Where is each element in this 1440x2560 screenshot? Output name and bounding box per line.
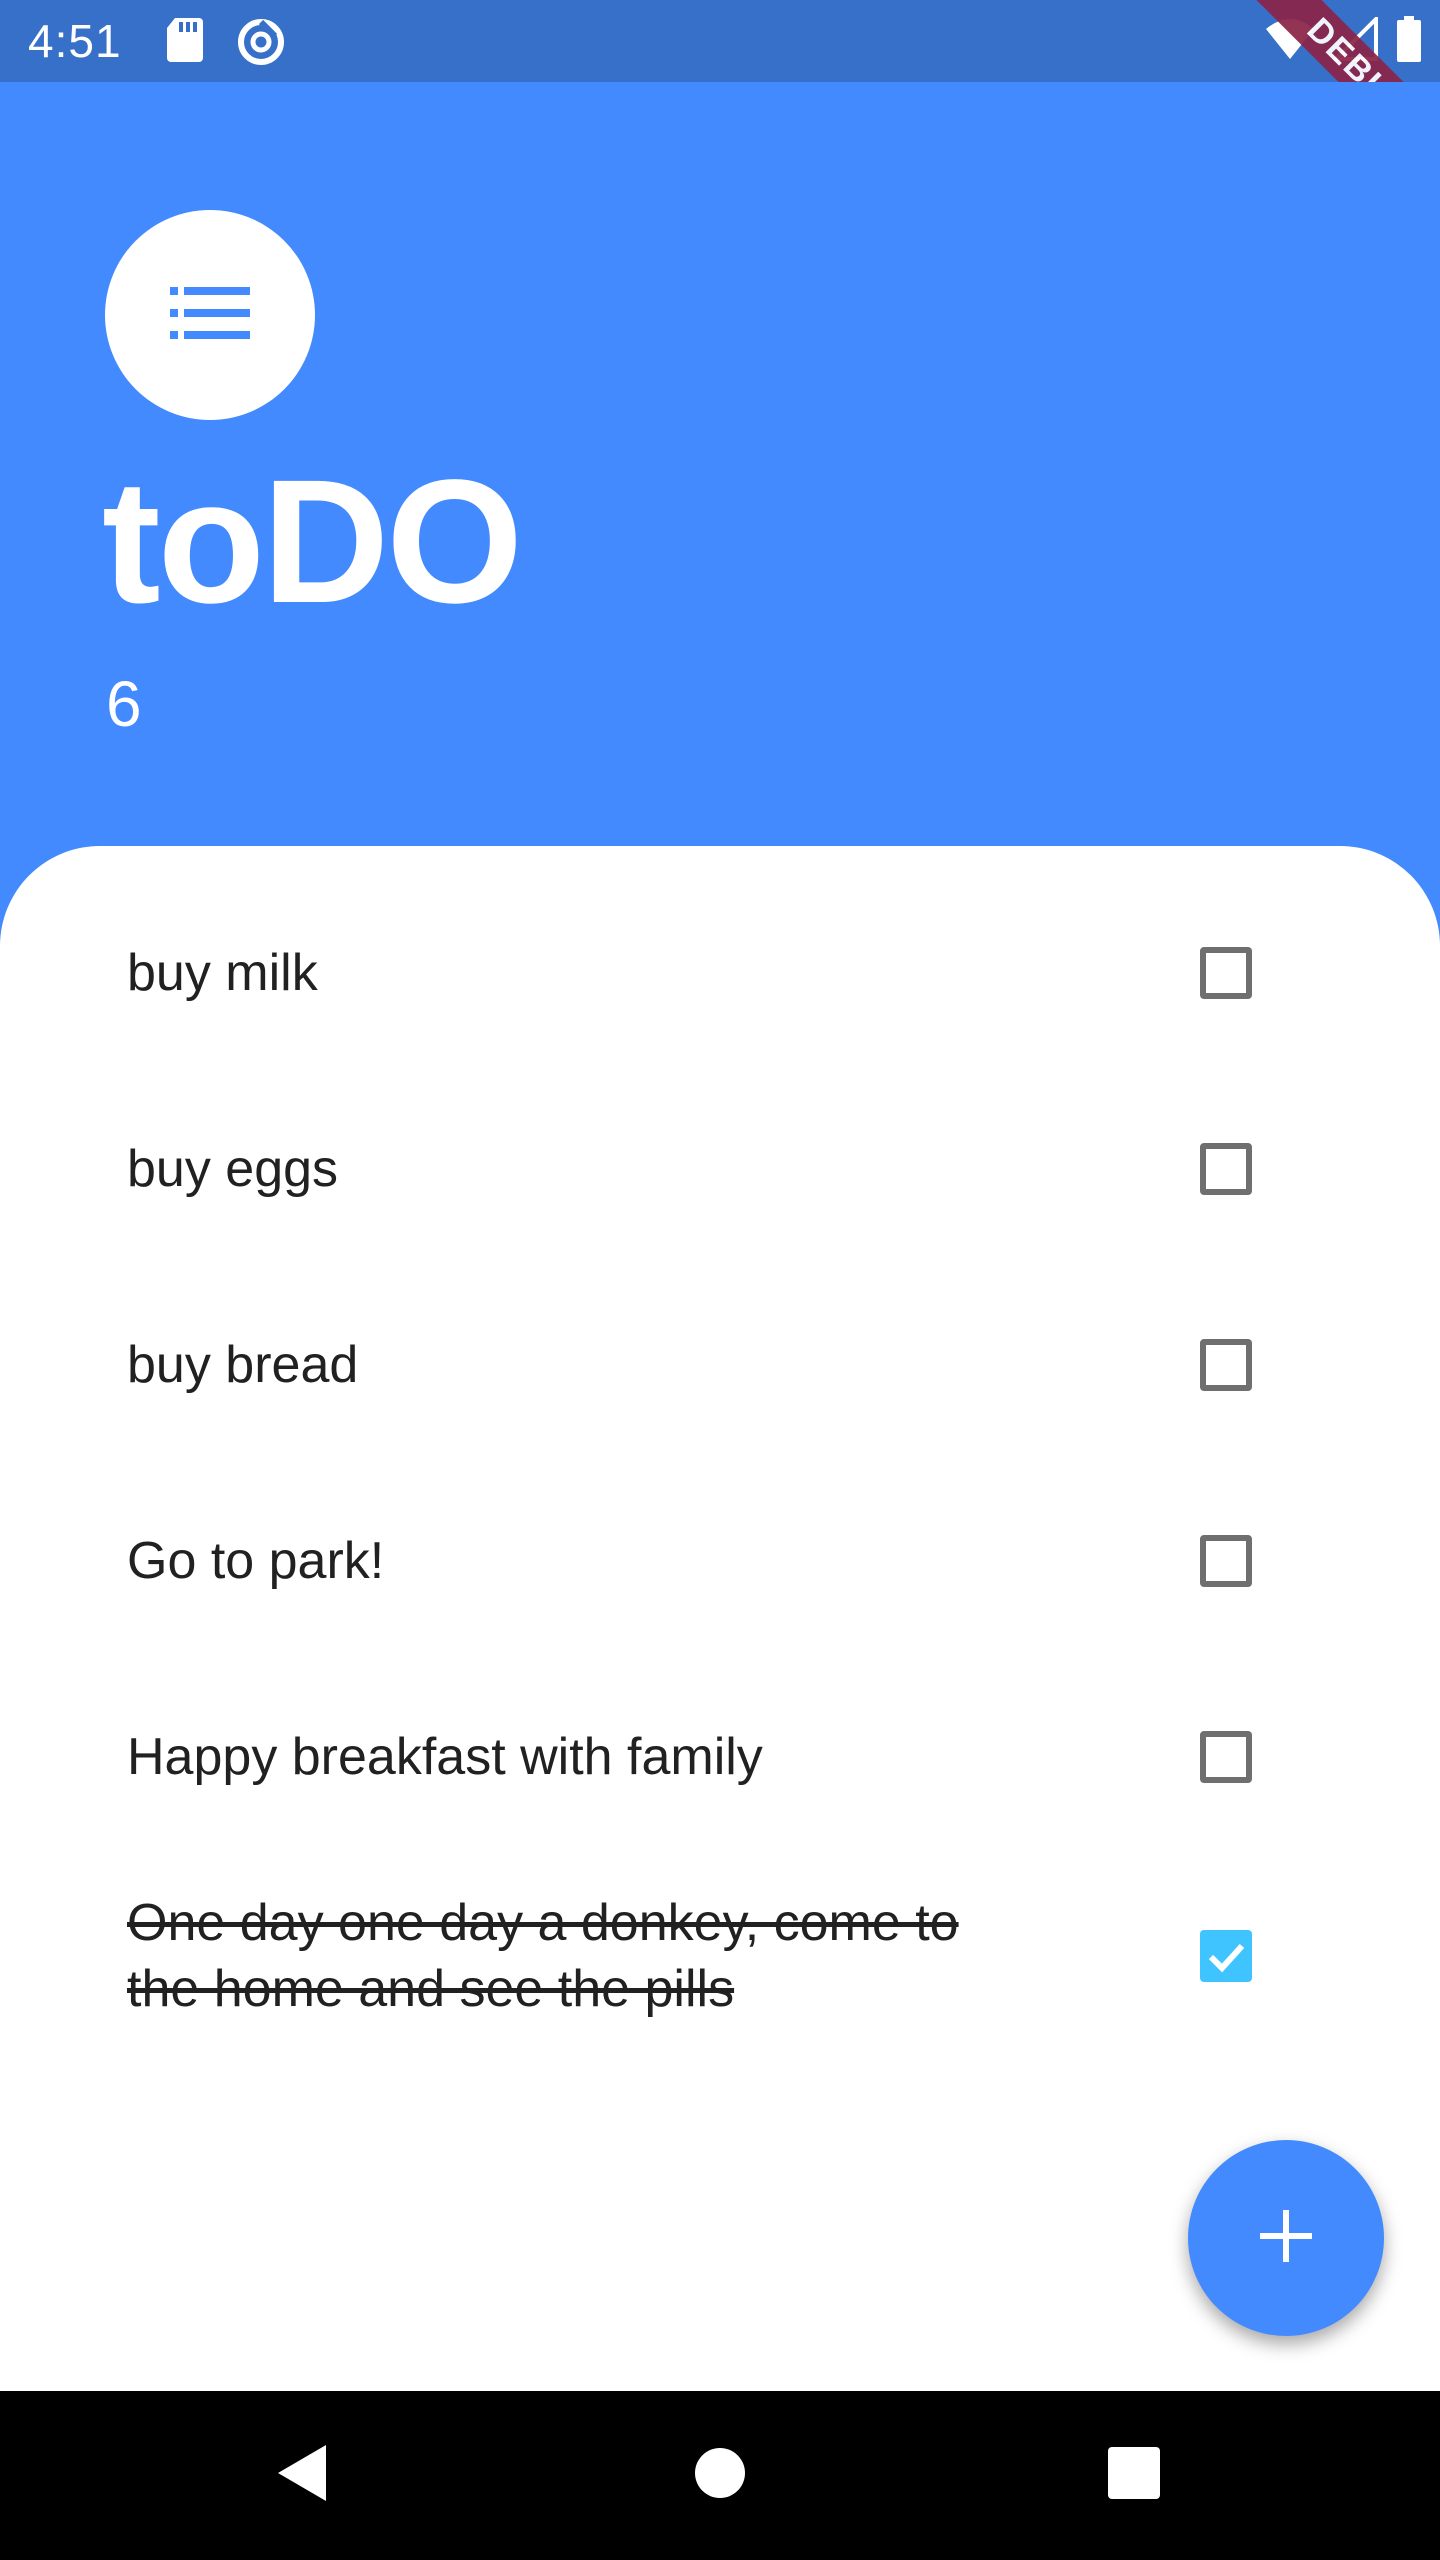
battery-icon [1396, 16, 1422, 67]
nav-recents-button[interactable] [1098, 2439, 1170, 2511]
todo-checkbox[interactable] [1200, 1731, 1252, 1783]
sd-card-icon [165, 16, 205, 73]
todo-text: One day one day a donkey, come to the ho… [127, 1894, 959, 2018]
todo-text: buy milk [127, 944, 318, 1002]
status-time: 4:51 [28, 15, 122, 67]
nav-back-button[interactable] [266, 2439, 338, 2511]
todo-list: buy milk buy eggs buy bread Go to park! … [0, 846, 1440, 2391]
todo-checkbox[interactable] [1200, 1339, 1252, 1391]
todo-count: 6 [106, 668, 142, 740]
recents-icon [1108, 2446, 1160, 2504]
app-logo [105, 210, 315, 420]
status-icons-left [165, 16, 287, 73]
checkmark-icon [1200, 1943, 1252, 1986]
todo-item[interactable]: buy bread [0, 1332, 1440, 1528]
back-icon [274, 2443, 330, 2508]
nav-home-button[interactable] [684, 2439, 756, 2511]
app-title: toDO [102, 444, 523, 640]
home-icon [694, 2447, 746, 2504]
todo-checkbox[interactable] [1200, 1143, 1252, 1195]
todo-checkbox[interactable] [1200, 947, 1252, 999]
todo-checkbox[interactable] [1200, 1930, 1252, 1982]
todo-text: buy eggs [127, 1140, 339, 1198]
status-bar: 4:51 DEBUG [0, 0, 1440, 194]
todo-item[interactable]: One day one day a donkey, come to the ho… [0, 1894, 1440, 2116]
todo-text: Go to park! [127, 1532, 385, 1590]
list-icon [170, 286, 250, 344]
system-nav-bar [0, 2391, 1440, 2560]
todo-checkbox[interactable] [1200, 1535, 1252, 1587]
app-header: toDO 6 [0, 82, 1440, 912]
todo-item[interactable]: Go to park! [0, 1528, 1440, 1724]
plus-icon [1258, 2208, 1314, 2269]
data-saver-icon [235, 16, 287, 73]
todo-item[interactable]: buy milk [0, 940, 1440, 1136]
todo-text: buy bread [127, 1336, 359, 1394]
todo-text: Happy breakfast with family [127, 1728, 763, 1786]
todo-item[interactable]: buy eggs [0, 1136, 1440, 1332]
add-todo-button[interactable] [1188, 2140, 1384, 2336]
